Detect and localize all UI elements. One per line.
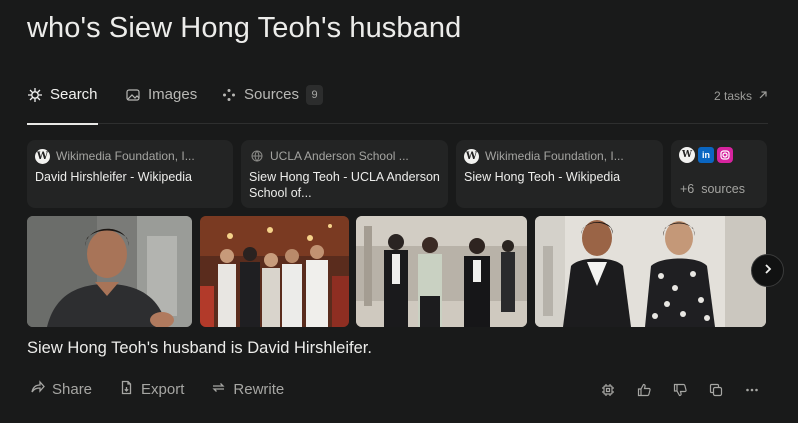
source-site: UCLA Anderson School ... [270,149,409,163]
more-sources-count: +6 [680,182,695,196]
lawyers-walking-image[interactable] [356,216,527,327]
tab-sources-label: Sources [244,86,300,103]
linkedin-icon: in [698,147,714,163]
tasks-link[interactable]: 2 tasks [714,89,768,103]
more-options-icon[interactable] [744,382,760,398]
answer-text: Siew Hong Teoh's husband is David Hirshl… [27,339,372,357]
more-sources-label: sources [701,182,745,196]
tab-images-label: Images [148,86,198,103]
share-label: Share [52,381,93,398]
source-card[interactable]: W Wikimedia Foundation, I... Siew Hong Te… [456,140,663,208]
source-card[interactable]: W Wikimedia Foundation, I... David Hirshl… [27,140,233,208]
globe-icon [249,149,264,164]
answer-actions: Share Export Rewrite [30,380,284,399]
answer-feedback-actions [600,382,760,398]
wikipedia-icon: W [464,148,479,164]
export-button[interactable]: Export [119,380,184,399]
two-women-image[interactable] [535,216,766,327]
group-ceremony-image[interactable] [200,216,349,327]
export-icon [119,380,134,399]
instagram-icon [717,147,733,163]
sources-icon [221,87,237,103]
share-icon [30,380,45,399]
next-images-button[interactable] [751,254,784,287]
wikipedia-icon: W [35,148,50,164]
thumbs-down-icon[interactable] [672,382,688,398]
more-sources-card[interactable]: W in +6 sources [671,140,767,208]
tab-search[interactable]: Search [27,84,98,125]
share-button[interactable]: Share [30,380,92,399]
rewrite-button[interactable]: Rewrite [211,380,284,399]
model-chip-icon[interactable] [600,382,616,398]
copy-icon[interactable] [708,382,724,398]
tab-sources[interactable]: Sources 9 [221,84,324,124]
result-tabs: Search Images Sources 9 2 tasks [27,84,768,125]
thumbs-up-icon[interactable] [636,382,652,398]
query-title: who's Siew Hong Teoh's husband [27,12,462,44]
source-title: Siew Hong Teoh - Wikipedia [464,170,621,184]
rewrite-icon [211,380,226,399]
source-site: Wikimedia Foundation, I... [485,149,624,163]
chevron-right-icon [762,262,774,280]
arrow-up-right-icon [758,89,768,103]
tab-search-label: Search [50,86,98,103]
tab-images[interactable]: Images [125,84,197,124]
source-title: David Hirshleifer - Wikipedia [35,170,192,184]
export-label: Export [141,381,185,398]
wikipedia-icon: W [679,147,695,163]
source-title: Siew Hong Teoh - UCLA Anderson School of… [249,170,440,200]
source-card[interactable]: UCLA Anderson School ... Siew Hong Teoh … [241,140,448,208]
image-icon [125,87,141,103]
woman-portrait-image[interactable] [27,216,192,327]
rewrite-label: Rewrite [233,381,285,398]
search-spark-icon [27,87,43,103]
source-site: Wikimedia Foundation, I... [56,149,195,163]
tasks-label: 2 tasks [713,89,752,103]
sources-count-badge: 9 [306,85,324,105]
